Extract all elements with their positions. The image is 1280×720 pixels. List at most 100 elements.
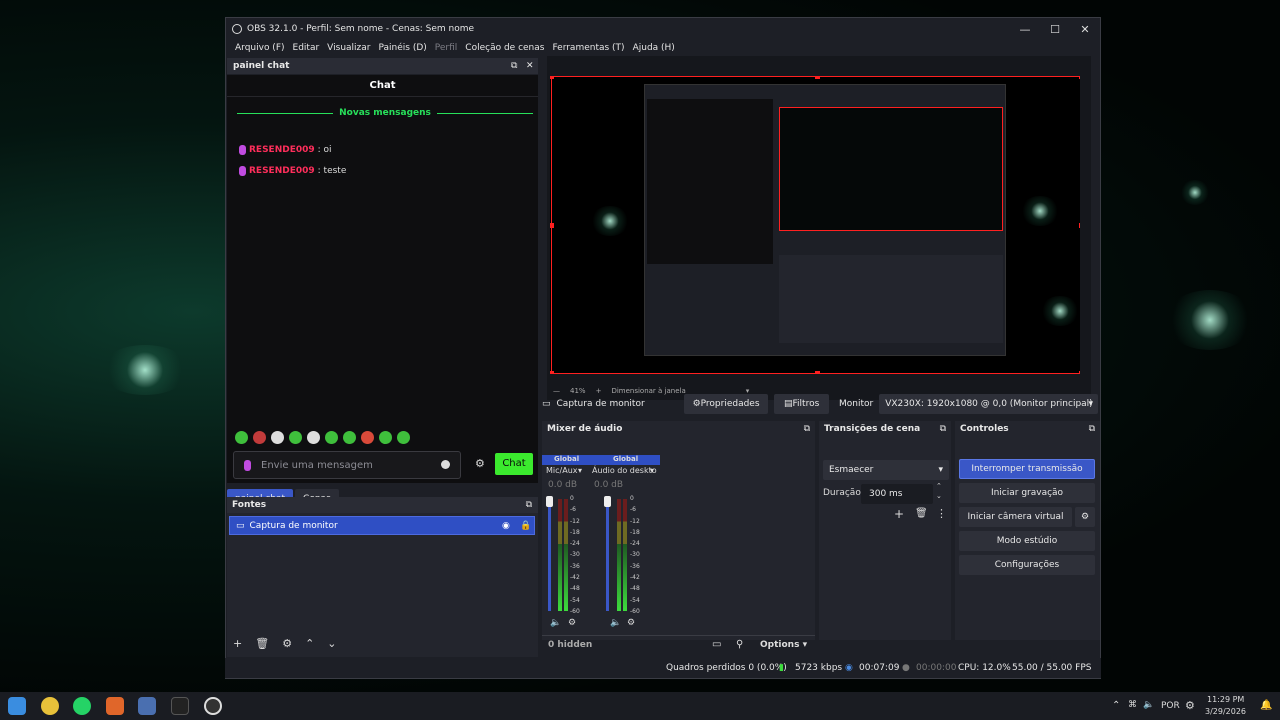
float-icon[interactable]: ⧉ (804, 424, 810, 434)
selection-box[interactable] (550, 76, 1080, 374)
db-scale: 0 -6 -12 -18 -24 -30 -36 -42 -48 -54 -60 (630, 495, 640, 615)
menu-scene-collection[interactable]: Coleção de cenas (461, 43, 548, 53)
chat-input[interactable]: Envie uma mensagem (233, 451, 461, 479)
emote-icon[interactable] (325, 431, 338, 444)
preview-canvas[interactable] (550, 76, 1080, 374)
windows-start-icon[interactable] (8, 697, 26, 715)
transition-select[interactable]: Esmaecer ▾ (823, 460, 949, 480)
emote-icon[interactable] (379, 431, 392, 444)
speaker-icon[interactable]: 🔈 (1143, 700, 1154, 710)
chat-username[interactable]: RESENDE009 (249, 166, 315, 176)
audio-settings-icon[interactable]: ⚙ (568, 618, 576, 628)
stop-stream-button[interactable]: Interromper transmissão (959, 459, 1095, 479)
more-icon[interactable]: ⋮ (936, 507, 947, 520)
lock-icon[interactable]: 🔒 (520, 521, 531, 531)
level-meter (564, 499, 568, 611)
float-icon[interactable]: ⧉ (1089, 424, 1095, 434)
network-icon[interactable]: ⌘ (1128, 700, 1137, 710)
chat-message: RESENDE009 : teste (239, 166, 346, 176)
arrow-down-icon[interactable]: ⌄ (327, 637, 336, 650)
language-indicator[interactable]: POR (1161, 701, 1180, 711)
clock-date[interactable]: 3/29/2026 (1205, 707, 1246, 716)
arrow-up-icon[interactable]: ⌃ (305, 637, 314, 650)
float-icon[interactable]: ⧉ (526, 500, 532, 510)
emote-icon[interactable] (253, 431, 266, 444)
menu-edit[interactable]: Editar (289, 43, 324, 53)
add-icon[interactable]: + (894, 507, 904, 521)
volume-handle[interactable] (604, 496, 611, 507)
volume-icon[interactable]: 🔈 (610, 618, 621, 628)
audio-settings-icon[interactable]: ⚙ (627, 618, 635, 628)
emote-icon[interactable] (307, 431, 320, 444)
clock-time[interactable]: 11:29 PM (1207, 695, 1244, 704)
channel-name[interactable]: Áudio do deskto (592, 466, 657, 475)
emote-icon[interactable] (397, 431, 410, 444)
menu-file[interactable]: Arquivo (F) (231, 43, 289, 53)
float-icon[interactable]: ⧉ (940, 424, 946, 434)
close-icon[interactable]: ✕ (1070, 18, 1100, 40)
menu-tools[interactable]: Ferramentas (T) (548, 43, 628, 53)
trash-icon[interactable]: 🗑 (255, 637, 269, 650)
virtual-camera-button[interactable]: Iniciar câmera virtual (959, 507, 1072, 527)
gear-icon[interactable]: ⚙ (282, 637, 292, 650)
filters-button[interactable]: ▤ Filtros (774, 394, 829, 414)
mixer-layout-icon[interactable]: ▭ (712, 639, 721, 650)
stream-time: 00:07:09 (859, 663, 900, 673)
maximize-icon[interactable]: ☐ (1040, 18, 1070, 40)
whatsapp-icon[interactable] (73, 697, 91, 715)
chevron-down-icon: ▾ (1088, 399, 1093, 409)
channel-name[interactable]: Mic/Aux (546, 466, 578, 475)
notification-icon[interactable]: 🔔 (1260, 700, 1272, 711)
volume-icon[interactable]: 🔈 (550, 618, 561, 628)
mixer-options-button[interactable]: Options ▾ (760, 640, 807, 650)
volume-slider[interactable] (548, 499, 551, 611)
emote-icon[interactable] (235, 431, 248, 444)
microphone-app-icon[interactable] (106, 697, 124, 715)
settings-app-icon[interactable] (138, 697, 156, 715)
chat-username[interactable]: RESENDE009 (249, 145, 315, 155)
preview-area[interactable]: — 41% + Dimensionar à janela ▾ (547, 56, 1091, 400)
sources-toolbar: + 🗑 ⚙ ⌃ ⌄ (233, 637, 337, 650)
source-item[interactable]: ▭ Captura de monitor ◉ 🔒 (229, 516, 535, 535)
properties-button[interactable]: ⚙ Propriedades (683, 394, 769, 414)
monitor-select[interactable]: VX230X: 1920x1080 @ 0,0 (Monitor princip… (879, 394, 1098, 414)
increment-icon[interactable]: ⌃ (936, 482, 942, 490)
settings-button[interactable]: Configurações (959, 555, 1095, 575)
emote-icon[interactable] (361, 431, 374, 444)
obs-taskbar-icon[interactable] (204, 697, 222, 715)
gear-icon[interactable]: ⚙ (475, 457, 485, 470)
emote-icon[interactable] (271, 431, 284, 444)
send-chat-button[interactable]: Chat (495, 453, 533, 475)
eye-icon[interactable]: ◉ (502, 521, 510, 531)
close-icon[interactable]: ✕ (526, 61, 534, 71)
hidden-count[interactable]: 0 hidden (548, 640, 592, 650)
chevron-up-icon[interactable]: ⌃ (1112, 700, 1120, 711)
monitor-value: VX230X: 1920x1080 @ 0,0 (Monitor princip… (885, 399, 1093, 409)
menu-docks[interactable]: Painéis (D) (374, 43, 430, 53)
trash-icon[interactable]: 🗑 (915, 508, 928, 519)
menu-profile[interactable]: Perfil (431, 43, 462, 53)
emote-icon[interactable] (343, 431, 356, 444)
chrome-icon[interactable] (41, 697, 59, 715)
studio-mode-button[interactable]: Modo estúdio (959, 531, 1095, 551)
volume-handle[interactable] (546, 496, 553, 507)
minimize-icon[interactable]: — (1010, 18, 1040, 40)
volume-slider[interactable] (606, 499, 609, 611)
gear-icon[interactable]: ⚙ (1185, 699, 1195, 712)
chevron-down-icon[interactable]: ▾ (578, 466, 582, 475)
float-icon[interactable]: ⧉ (511, 61, 517, 71)
gear-icon[interactable]: ⚙ (1075, 507, 1095, 527)
menu-help[interactable]: Ajuda (H) (629, 43, 679, 53)
epic-games-icon[interactable] (171, 697, 189, 715)
emote-icon[interactable] (289, 431, 302, 444)
chevron-down-icon: ▾ (938, 465, 943, 475)
decrement-icon[interactable]: ⌄ (936, 492, 942, 500)
chat-header: Chat (227, 75, 538, 97)
chevron-down-icon[interactable]: ▾ (650, 466, 654, 475)
emoji-icon[interactable] (441, 460, 450, 469)
start-recording-button[interactable]: Iniciar gravação (959, 483, 1095, 503)
menu-view[interactable]: Visualizar (323, 43, 374, 53)
duration-input[interactable]: 300 ms (861, 484, 933, 504)
link-icon[interactable]: ⚲ (736, 639, 743, 650)
add-icon[interactable]: + (233, 637, 242, 650)
